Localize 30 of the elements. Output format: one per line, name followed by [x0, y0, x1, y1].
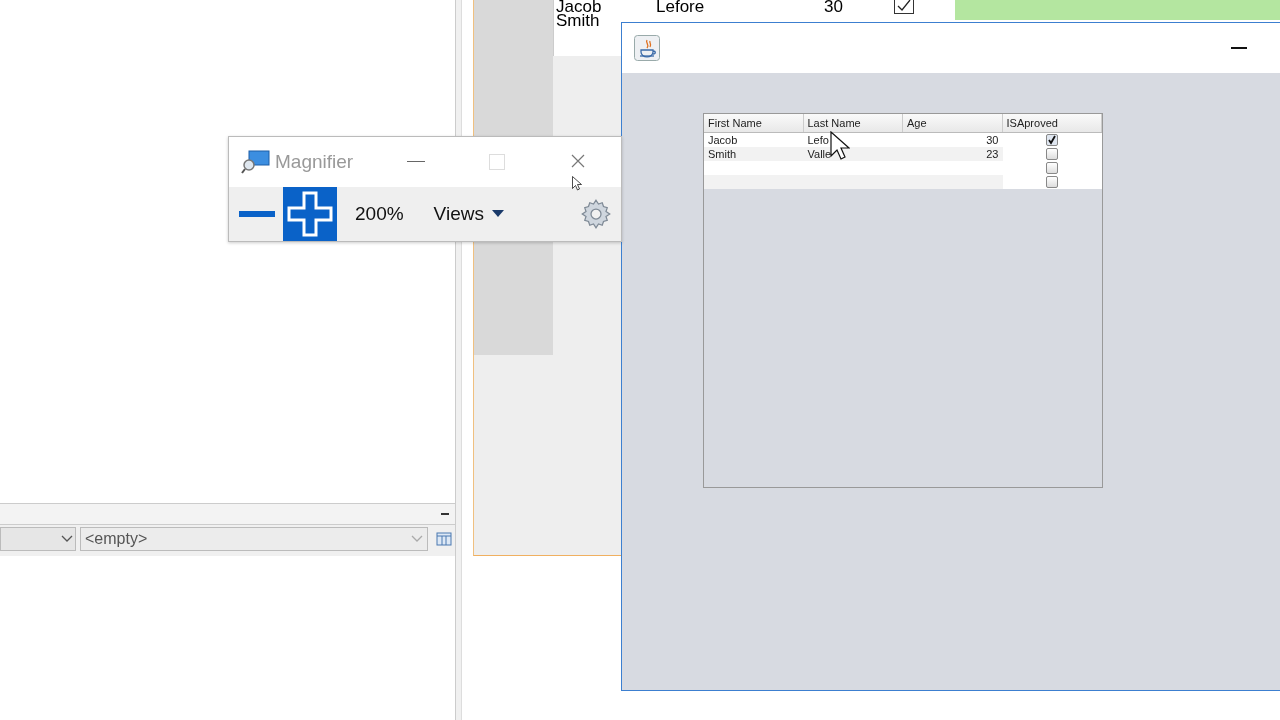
close-icon[interactable]: [571, 154, 585, 168]
chevron-icon: [61, 535, 73, 543]
table-cell: 30: [824, 0, 843, 14]
checkbox[interactable]: [894, 0, 914, 14]
column-header[interactable]: First Name: [704, 114, 804, 132]
table-cell: 30: [903, 133, 1003, 147]
table-icon[interactable]: [436, 531, 452, 547]
column-header[interactable]: Age: [903, 114, 1003, 132]
table-cell: 23: [903, 147, 1003, 161]
checkbox[interactable]: [1046, 134, 1059, 146]
settings-icon[interactable]: [581, 199, 611, 229]
table-cell: Smith: [556, 14, 600, 28]
column-header[interactable]: ISAproved: [1002, 114, 1102, 132]
views-menu[interactable]: Views: [433, 203, 504, 225]
table-cell: Smith: [704, 147, 804, 161]
coffee-cup-icon: [634, 35, 660, 61]
checkbox[interactable]: [1046, 176, 1059, 188]
table-cell: Jacob: [556, 0, 602, 14]
mouse-cursor-icon: [830, 131, 850, 161]
table-cell: Lefore: [656, 0, 705, 14]
checkbox[interactable]: [1046, 162, 1059, 174]
zoom-level: 200%: [355, 203, 404, 225]
dropdown[interactable]: <empty>: [80, 527, 428, 551]
chevron-icon: [411, 535, 423, 543]
table-cell: Jacob: [704, 133, 804, 147]
checkbox[interactable]: [1046, 148, 1059, 160]
window-title: Magnifier: [275, 151, 354, 173]
magnifier-monitor-icon: [241, 150, 271, 174]
caret-icon: [491, 210, 504, 218]
zoom-in-button[interactable]: [283, 187, 337, 241]
